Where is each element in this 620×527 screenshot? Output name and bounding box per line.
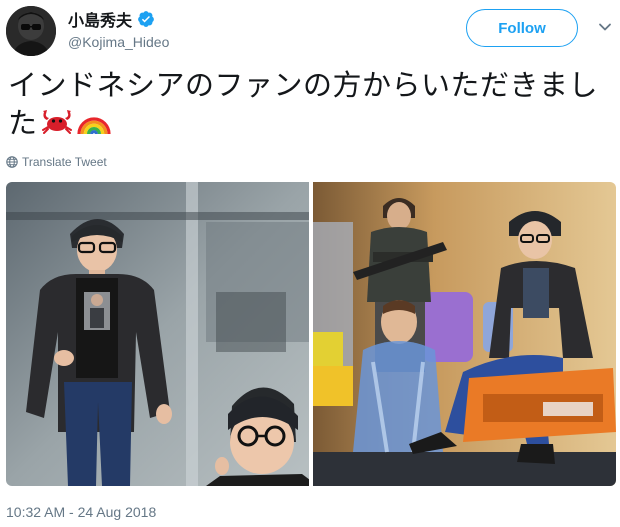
rainbow-emoji — [76, 106, 112, 145]
author-handle[interactable]: @Kojima_Hideo — [68, 34, 169, 50]
photo-figure-standing[interactable] — [6, 182, 318, 486]
globe-icon — [6, 156, 18, 168]
photo-figure-group[interactable] — [313, 182, 616, 486]
tweet-timestamp[interactable]: 10:32 AM - 24 Aug 2018 — [6, 504, 156, 520]
media-grid — [6, 182, 616, 486]
translate-tweet-label: Translate Tweet — [22, 155, 107, 169]
follow-button[interactable]: Follow — [466, 9, 578, 47]
tweet-text: インドネシアのファンの方からいただきました — [8, 66, 612, 145]
verified-badge-icon — [138, 11, 154, 27]
chevron-down-icon[interactable] — [598, 20, 612, 34]
translate-tweet-link[interactable]: Translate Tweet — [6, 155, 107, 169]
author-avatar[interactable] — [6, 6, 56, 56]
author-display-name[interactable]: 小島秀夫 — [68, 7, 132, 31]
tweet-card: 小島秀夫 @Kojima_Hideo Follow インドネシアのファンの方から… — [0, 0, 620, 527]
author-name-row: 小島秀夫 — [68, 7, 155, 31]
crab-emoji — [40, 106, 74, 145]
